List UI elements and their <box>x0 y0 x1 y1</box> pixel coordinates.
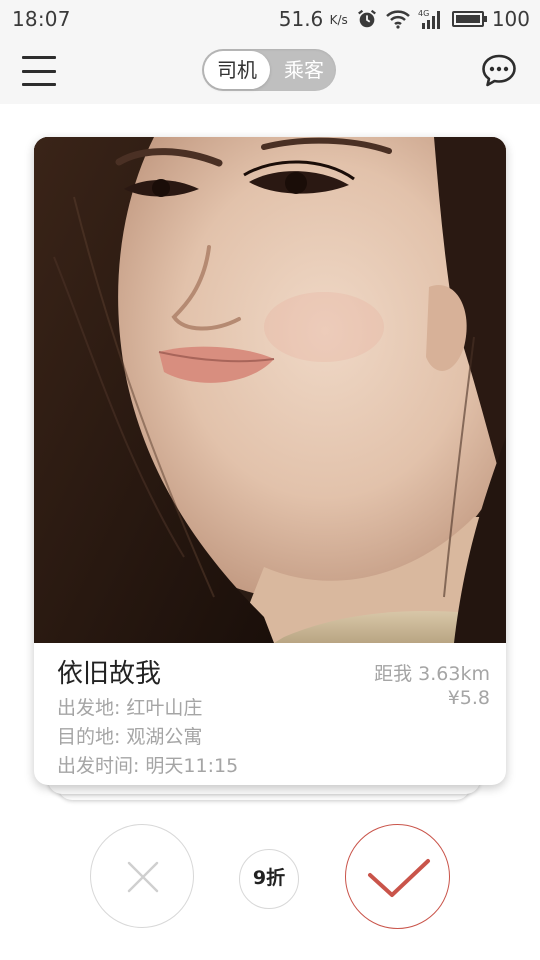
app-header: 司机 乘客 <box>0 38 540 104</box>
alarm-icon <box>357 9 376 28</box>
battery-level <box>455 15 480 23</box>
price-text: ¥5.8 <box>447 687 490 709</box>
origin-label: 出发地: <box>57 697 121 719</box>
profile-photo <box>34 137 506 643</box>
battery-icon <box>451 11 487 27</box>
profile-info: 依旧故我 出发地: 红叶山庄 目的地: 观湖公寓 出发时间: 明天11:15 距我 3… <box>34 643 506 785</box>
checkmark-icon <box>368 859 430 897</box>
status-time: 18:07 <box>12 7 71 31</box>
profile-photo-illustration <box>34 137 506 643</box>
departure-time-row: 出发时间: 明天11:15 <box>57 751 238 778</box>
destination-value: 观湖公寓 <box>126 726 203 748</box>
status-bar: 18:07 51.6 K/s 4G 100 <box>0 0 540 38</box>
profile-card[interactable]: 依旧故我 出发地: 红叶山庄 目的地: 观湖公寓 出发时间: 明天11:15 距我 3… <box>34 137 506 785</box>
close-x-icon <box>127 861 159 893</box>
signal-4g-icon: 4G <box>418 9 440 29</box>
profile-name: 依旧故我 <box>57 659 162 689</box>
destination-label: 目的地: <box>57 726 121 748</box>
departure-time-label: 出发时间: <box>57 755 140 777</box>
wifi-icon <box>385 10 410 29</box>
distance-text: 距我 3.63km <box>374 663 490 685</box>
network-speed-value: 51.6 <box>278 7 324 31</box>
role-toggle[interactable]: 司机 乘客 <box>202 49 336 91</box>
tab-driver[interactable]: 司机 <box>204 51 270 89</box>
network-speed-unit: K/s <box>329 13 348 27</box>
destination-row: 目的地: 观湖公寓 <box>57 722 202 749</box>
departure-time-value: 明天11:15 <box>145 755 239 777</box>
origin-value: 红叶山庄 <box>126 697 203 719</box>
discount-button[interactable]: 9折 <box>239 849 299 909</box>
reject-button[interactable] <box>90 824 194 928</box>
battery-percent: 100 <box>491 7 530 31</box>
origin-row: 出发地: 红叶山庄 <box>57 693 202 720</box>
status-indicators: 51.6 K/s 4G 100 <box>279 7 530 31</box>
svg-text:4G: 4G <box>418 9 429 18</box>
chat-bubble-icon[interactable] <box>480 52 518 90</box>
hamburger-menu-icon[interactable] <box>22 54 56 88</box>
accept-button[interactable] <box>345 824 450 929</box>
tab-passenger[interactable]: 乘客 <box>272 49 336 91</box>
network-speed: 51.6 K/s <box>279 7 348 31</box>
